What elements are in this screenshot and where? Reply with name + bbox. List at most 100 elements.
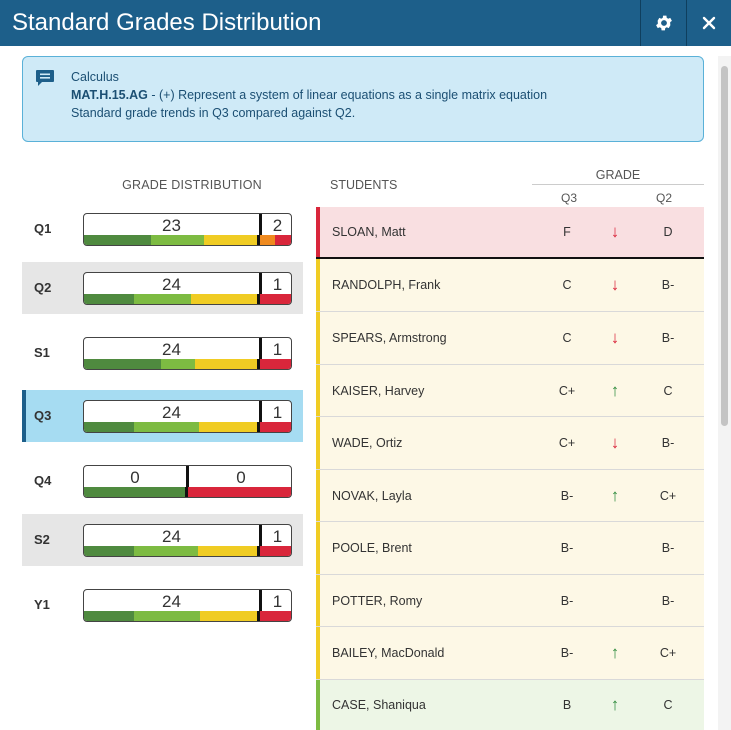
- banner-standard: MAT.H.15.AG - (+) Represent a system of …: [71, 87, 547, 103]
- grade-distribution-header: GRADE DISTRIBUTION: [122, 178, 262, 192]
- student-name: BAILEY, MacDonald: [332, 646, 445, 660]
- arrow-down-icon: ↓: [610, 433, 620, 452]
- q3-grade: B-: [560, 646, 574, 660]
- student-row[interactable]: SLOAN, Matt F ↓ D: [316, 207, 704, 259]
- q2-grade: B-: [661, 593, 675, 608]
- grade-distribution-bar: 24 1: [83, 524, 292, 557]
- q2-grade: C+: [659, 488, 677, 503]
- row-grade-stripe: [316, 470, 320, 521]
- period-label: Q2: [34, 280, 52, 295]
- left-count: 24: [162, 340, 181, 359]
- dist-row-q3[interactable]: Q3 24 1: [22, 390, 303, 442]
- grade-distribution-bar: 24 1: [83, 337, 292, 370]
- window-title: Standard Grades Distribution: [12, 9, 322, 36]
- q2-grade: C: [663, 383, 673, 398]
- info-banner: Calculus MAT.H.15.AG - (+) Represent a s…: [22, 56, 704, 142]
- grade-distribution-bar: 0 0: [83, 465, 292, 498]
- q3-grade: C: [562, 331, 572, 345]
- students-header: STUDENTS: [330, 178, 398, 192]
- period-label: Y1: [34, 597, 50, 612]
- arrow-down-icon: ↓: [610, 328, 620, 347]
- student-row[interactable]: POOLE, Brent B- B-: [316, 522, 704, 575]
- right-count: 2: [272, 216, 283, 235]
- row-grade-stripe: [316, 417, 320, 469]
- student-name: NOVAK, Layla: [332, 488, 412, 503]
- banner-trend-text: Standard grade trends in Q3 compared aga…: [71, 106, 356, 120]
- student-row[interactable]: KAISER, Harvey C+ ↑ C: [316, 365, 704, 417]
- gear-icon: [655, 15, 672, 31]
- student-row[interactable]: RANDOLPH, Frank C ↓ B-: [316, 259, 704, 312]
- right-count: 1: [272, 592, 283, 611]
- grade-color-bar: [84, 611, 291, 621]
- row-grade-stripe: [316, 627, 320, 679]
- student-row[interactable]: CASE, Shaniqua B ↑ C: [316, 680, 704, 730]
- q2-grade: B-: [661, 436, 675, 450]
- period-label: S1: [34, 345, 50, 360]
- scrollbar-thumb[interactable]: [721, 66, 728, 426]
- student-name: SLOAN, Matt: [332, 225, 406, 239]
- q3-grade: B-: [560, 541, 574, 555]
- right-count: 1: [272, 403, 283, 422]
- student-row[interactable]: POTTER, Romy B- B-: [316, 575, 704, 627]
- dist-row-s1[interactable]: S1 24 1: [22, 327, 303, 379]
- q3-grade: C+: [558, 436, 576, 450]
- left-count: 24: [162, 275, 181, 294]
- grade-distribution-bar: 24 1: [83, 589, 292, 622]
- q3-grade: C+: [558, 383, 576, 398]
- standard-description: - (+) Represent a system of linear equat…: [147, 88, 548, 102]
- banner-subject: Calculus: [71, 70, 119, 84]
- period-label: Q1: [34, 221, 52, 236]
- dist-row-q2[interactable]: Q2 24 1: [22, 262, 303, 314]
- row-grade-stripe: [316, 365, 320, 416]
- grade-color-bar: [84, 294, 291, 304]
- right-count: 0: [236, 468, 246, 487]
- grade-color-bar: [84, 422, 291, 432]
- student-name: SPEARS, Armstrong: [332, 331, 447, 345]
- student-row[interactable]: BAILEY, MacDonald B- ↑ C+: [316, 627, 704, 680]
- dist-row-s2[interactable]: S2 24 1: [22, 514, 303, 566]
- q3-grade: B: [562, 698, 572, 712]
- arrow-down-icon: ↓: [610, 275, 620, 294]
- arrow-up-icon: ↑: [610, 643, 620, 662]
- q2-grade: B-: [661, 541, 675, 555]
- grade-color-bar: [84, 359, 291, 369]
- left-count: 23: [162, 216, 181, 235]
- grade-header: GRADE: [532, 168, 704, 185]
- q3-grade: C: [562, 278, 572, 292]
- dist-row-q4[interactable]: Q4 0 0: [22, 455, 303, 507]
- right-count: 1: [272, 527, 283, 546]
- grade-color-bar: [84, 235, 291, 245]
- q2-grade: C: [663, 698, 673, 712]
- arrow-up-icon: ↑: [610, 695, 620, 714]
- q2-grade: B-: [661, 331, 675, 345]
- right-count: 1: [272, 275, 283, 294]
- student-name: POTTER, Romy: [332, 593, 423, 608]
- grade-distribution-bar: 24 1: [83, 400, 292, 433]
- grade-color-bar: [84, 546, 291, 556]
- arrow-up-icon: ↑: [610, 485, 620, 505]
- q3-grade: B-: [560, 488, 574, 503]
- settings-button[interactable]: [640, 0, 686, 46]
- scrollbar[interactable]: [718, 56, 731, 730]
- period-label: Q4: [34, 473, 52, 488]
- row-grade-stripe: [316, 680, 320, 730]
- standard-code: MAT.H.15.AG: [71, 88, 148, 102]
- period-label: S2: [34, 532, 50, 547]
- dist-row-y1[interactable]: Y1 24 1: [22, 579, 303, 631]
- row-grade-stripe: [316, 312, 320, 364]
- student-row[interactable]: WADE, Ortiz C+ ↓ B-: [316, 417, 704, 470]
- chat-icon: [36, 70, 54, 86]
- student-name: CASE, Shaniqua: [332, 698, 426, 712]
- arrow-down-icon: ↓: [610, 222, 620, 241]
- close-button[interactable]: [686, 0, 731, 46]
- arrow-up-icon: ↑: [610, 380, 620, 400]
- student-row[interactable]: NOVAK, Layla B- ↑ C+: [316, 470, 704, 522]
- window-header: Standard Grades Distribution: [0, 0, 731, 46]
- student-row[interactable]: SPEARS, Armstrong C ↓ B-: [316, 312, 704, 365]
- period-label: Q3: [34, 408, 52, 423]
- student-name: RANDOLPH, Frank: [332, 278, 441, 292]
- row-grade-stripe: [316, 575, 320, 626]
- dist-row-q1[interactable]: Q1 23 2: [22, 203, 303, 255]
- row-grade-stripe: [316, 259, 320, 311]
- student-name: KAISER, Harvey: [332, 383, 425, 398]
